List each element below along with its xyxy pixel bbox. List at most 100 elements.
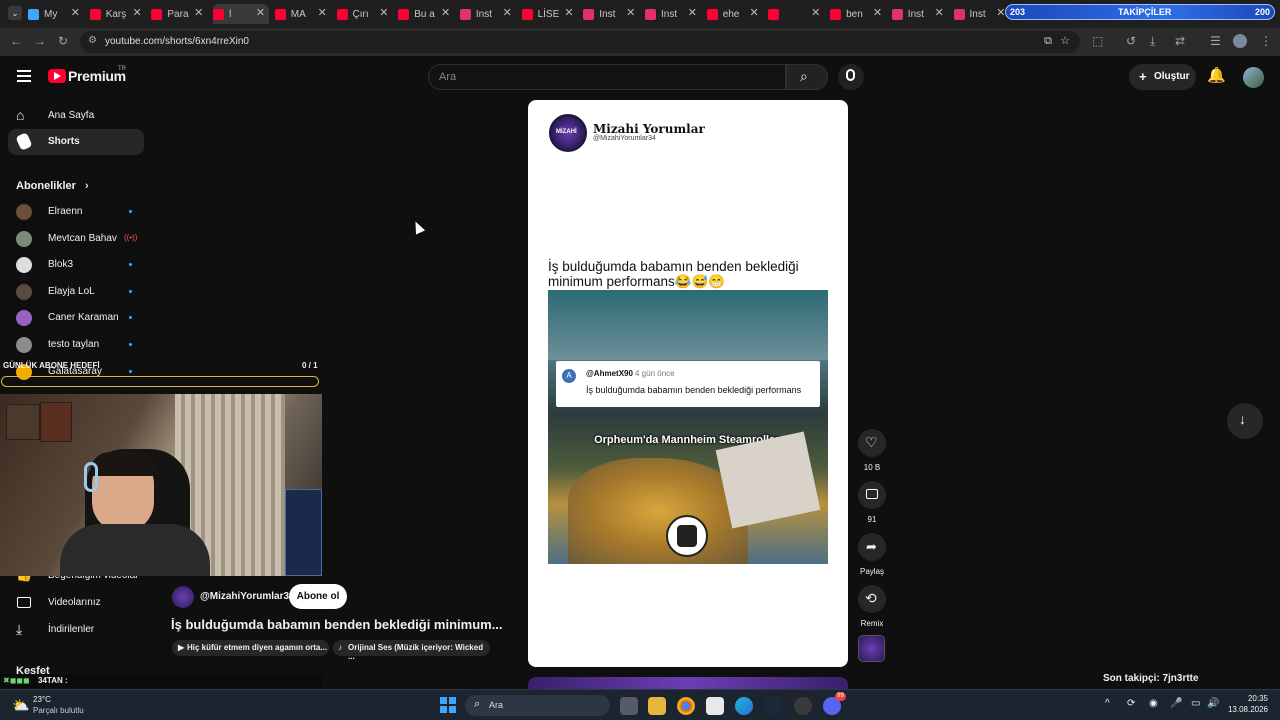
tab-close-icon[interactable]: ✕ bbox=[935, 6, 944, 19]
microphone-tray-icon[interactable]: 🎤 bbox=[1170, 698, 1182, 709]
comments-button[interactable] bbox=[858, 481, 886, 509]
tray-app-icon[interactable]: ◉ bbox=[1149, 698, 1158, 709]
subscription-item[interactable]: testo taylan bbox=[16, 334, 146, 356]
tab-close-icon[interactable]: ✕ bbox=[379, 6, 388, 19]
browser-tab[interactable]: ✕ bbox=[768, 4, 824, 24]
channel-avatar[interactable] bbox=[172, 586, 194, 608]
tab-favicon-icon bbox=[953, 8, 965, 20]
subscription-item[interactable]: Caner Karaman bbox=[16, 307, 146, 329]
tab-close-icon[interactable]: ✕ bbox=[503, 6, 512, 19]
reload-icon[interactable]: ↻ bbox=[58, 34, 68, 48]
subscription-item[interactable]: Elraenn bbox=[16, 201, 146, 223]
channel-avatar bbox=[16, 337, 32, 353]
tab-close-icon[interactable]: ✕ bbox=[132, 6, 141, 19]
tab-list-dropdown-icon[interactable]: ⌄ bbox=[8, 6, 22, 20]
tab-close-icon[interactable]: ✕ bbox=[441, 6, 450, 19]
tab-close-icon[interactable]: ✕ bbox=[811, 6, 820, 19]
share-button[interactable]: ➦ bbox=[858, 533, 886, 561]
task-view-icon[interactable] bbox=[620, 697, 638, 715]
search-input[interactable]: Ara bbox=[428, 64, 786, 90]
profile-avatar[interactable] bbox=[1233, 34, 1247, 48]
channel-handle[interactable]: @MizahiYorumlar34 bbox=[200, 591, 295, 602]
short-video-player[interactable]: MİZAHİ Mizahi Yorumlar @MizahiYorumlar34… bbox=[528, 100, 848, 667]
forward-icon[interactable]: → bbox=[34, 34, 46, 48]
address-bar[interactable]: ⚙ youtube.com/shorts/6xn4rreXin0 ⧉ ☆ bbox=[80, 31, 1080, 53]
audio-source-thumbnail[interactable] bbox=[858, 635, 885, 662]
browser-tab[interactable]: Para ✕ bbox=[151, 4, 207, 24]
subscription-item[interactable]: Blok3 bbox=[16, 254, 146, 276]
tab-close-icon[interactable]: ✕ bbox=[71, 6, 80, 19]
downloads-icon[interactable]: ⤓ bbox=[1150, 34, 1155, 49]
like-button[interactable]: ♡ bbox=[858, 429, 886, 457]
browser-menu-icon[interactable]: ⋮ bbox=[1260, 34, 1272, 48]
subscription-item[interactable]: Mevtcan Bahav ((•)) bbox=[16, 228, 146, 250]
browser-tab[interactable]: Bu a ✕ bbox=[398, 4, 454, 24]
tab-close-icon[interactable]: ✕ bbox=[688, 6, 697, 19]
chip-related[interactable]: ▶ Hiç küfür etmem diyen agamın orta... bbox=[172, 640, 329, 656]
browser-tab[interactable]: l ✕ bbox=[213, 4, 270, 24]
tab-close-icon[interactable]: ✕ bbox=[873, 6, 882, 19]
browser-tab[interactable]: Karş ✕ bbox=[89, 4, 146, 24]
sidebar-item-home[interactable]: ⌂ Ana Sayfa bbox=[8, 103, 144, 129]
next-short-preview[interactable] bbox=[528, 677, 848, 689]
back-icon[interactable]: ← bbox=[10, 34, 22, 48]
store-icon[interactable] bbox=[706, 697, 724, 715]
sidebar-item-downloads[interactable]: ⤓ İndirilenler bbox=[8, 617, 144, 643]
sidebar-item-your-videos[interactable]: Videolarınız bbox=[8, 590, 144, 616]
obs-icon[interactable] bbox=[794, 697, 812, 715]
tray-chevron-icon[interactable]: ^ bbox=[1105, 698, 1110, 709]
tab-close-icon[interactable]: ✕ bbox=[626, 6, 635, 19]
install-app-icon[interactable]: ⧉ bbox=[1044, 35, 1052, 48]
extensions-icon[interactable]: ⬚ bbox=[1092, 34, 1103, 48]
start-menu-icon[interactable] bbox=[440, 697, 456, 713]
browser-tab[interactable]: LİSE ✕ bbox=[521, 4, 578, 24]
browser-tab[interactable]: Çırı ✕ bbox=[336, 4, 393, 24]
browser-tab[interactable]: ehe ✕ bbox=[706, 4, 763, 24]
history-icon[interactable]: ↺ bbox=[1126, 34, 1136, 48]
subscription-item[interactable]: Elayja LoL bbox=[16, 281, 146, 303]
chip-audio[interactable]: ♪ Orijinal Ses (Müzik içeriyor: Wicked .… bbox=[333, 640, 490, 661]
browser-tab[interactable]: My ✕ bbox=[28, 4, 84, 24]
tab-close-icon[interactable]: ✕ bbox=[564, 6, 573, 19]
tab-close-icon[interactable]: ✕ bbox=[749, 6, 758, 19]
taskbar-search[interactable]: ⌕ Ara bbox=[465, 695, 610, 716]
voice-search-button[interactable] bbox=[838, 64, 864, 90]
browser-tab[interactable]: Inst ✕ bbox=[953, 4, 1010, 24]
hamburger-menu-icon[interactable] bbox=[17, 70, 31, 82]
bookmark-star-icon[interactable]: ☆ bbox=[1060, 34, 1070, 47]
file-explorer-icon[interactable] bbox=[648, 697, 666, 715]
clock-date[interactable]: 13.08.2026 bbox=[1224, 705, 1268, 714]
tab-close-icon[interactable]: ✕ bbox=[318, 6, 327, 19]
volume-icon[interactable]: 🔊 bbox=[1207, 698, 1219, 709]
notifications-bell-icon[interactable]: 🔔 bbox=[1207, 66, 1226, 84]
chrome-icon[interactable] bbox=[677, 697, 695, 715]
tray-app-icon[interactable]: ⟳ bbox=[1127, 698, 1135, 709]
tab-close-icon[interactable]: ✕ bbox=[194, 6, 203, 19]
account-avatar[interactable] bbox=[1243, 67, 1264, 88]
browser-tab[interactable]: ben ✕ bbox=[830, 4, 886, 24]
short-title[interactable]: İş bulduğumda babamın benden beklediği m… bbox=[171, 617, 503, 632]
browser-tab[interactable]: Inst ✕ bbox=[459, 4, 516, 24]
next-short-button[interactable]: ↓ bbox=[1227, 403, 1263, 439]
edge-icon[interactable] bbox=[735, 697, 753, 715]
browser-tab[interactable]: Inst ✕ bbox=[583, 4, 639, 24]
clock-time[interactable]: 20:35 bbox=[1228, 694, 1268, 703]
remix-button[interactable]: ⟲ bbox=[858, 585, 886, 613]
translate-icon[interactable]: ⇄ bbox=[1175, 34, 1185, 48]
browser-tab[interactable]: Inst ✕ bbox=[891, 4, 948, 24]
site-info-icon[interactable]: ⚙ bbox=[88, 35, 97, 46]
browser-tab[interactable]: MA ✕ bbox=[274, 4, 331, 24]
sidepanel-icon[interactable]: ☰ bbox=[1210, 34, 1221, 48]
subscriptions-heading[interactable]: Abonelikler › bbox=[16, 180, 89, 192]
subscribe-button[interactable]: Abone ol bbox=[289, 584, 347, 609]
weather-icon[interactable]: ⛅ bbox=[12, 697, 29, 714]
search-button[interactable]: ⌕ bbox=[786, 64, 828, 90]
sidebar-item-shorts[interactable]: Shorts bbox=[8, 129, 144, 155]
tab-close-icon[interactable]: ✕ bbox=[256, 6, 265, 19]
steam-icon[interactable] bbox=[764, 697, 782, 715]
browser-tab[interactable]: Inst ✕ bbox=[645, 4, 701, 24]
youtube-logo-icon[interactable] bbox=[48, 69, 66, 83]
discord-icon[interactable]: 99 bbox=[823, 692, 846, 715]
display-icon[interactable]: ▭ bbox=[1191, 698, 1200, 709]
create-button[interactable]: + Oluştur bbox=[1129, 64, 1196, 90]
